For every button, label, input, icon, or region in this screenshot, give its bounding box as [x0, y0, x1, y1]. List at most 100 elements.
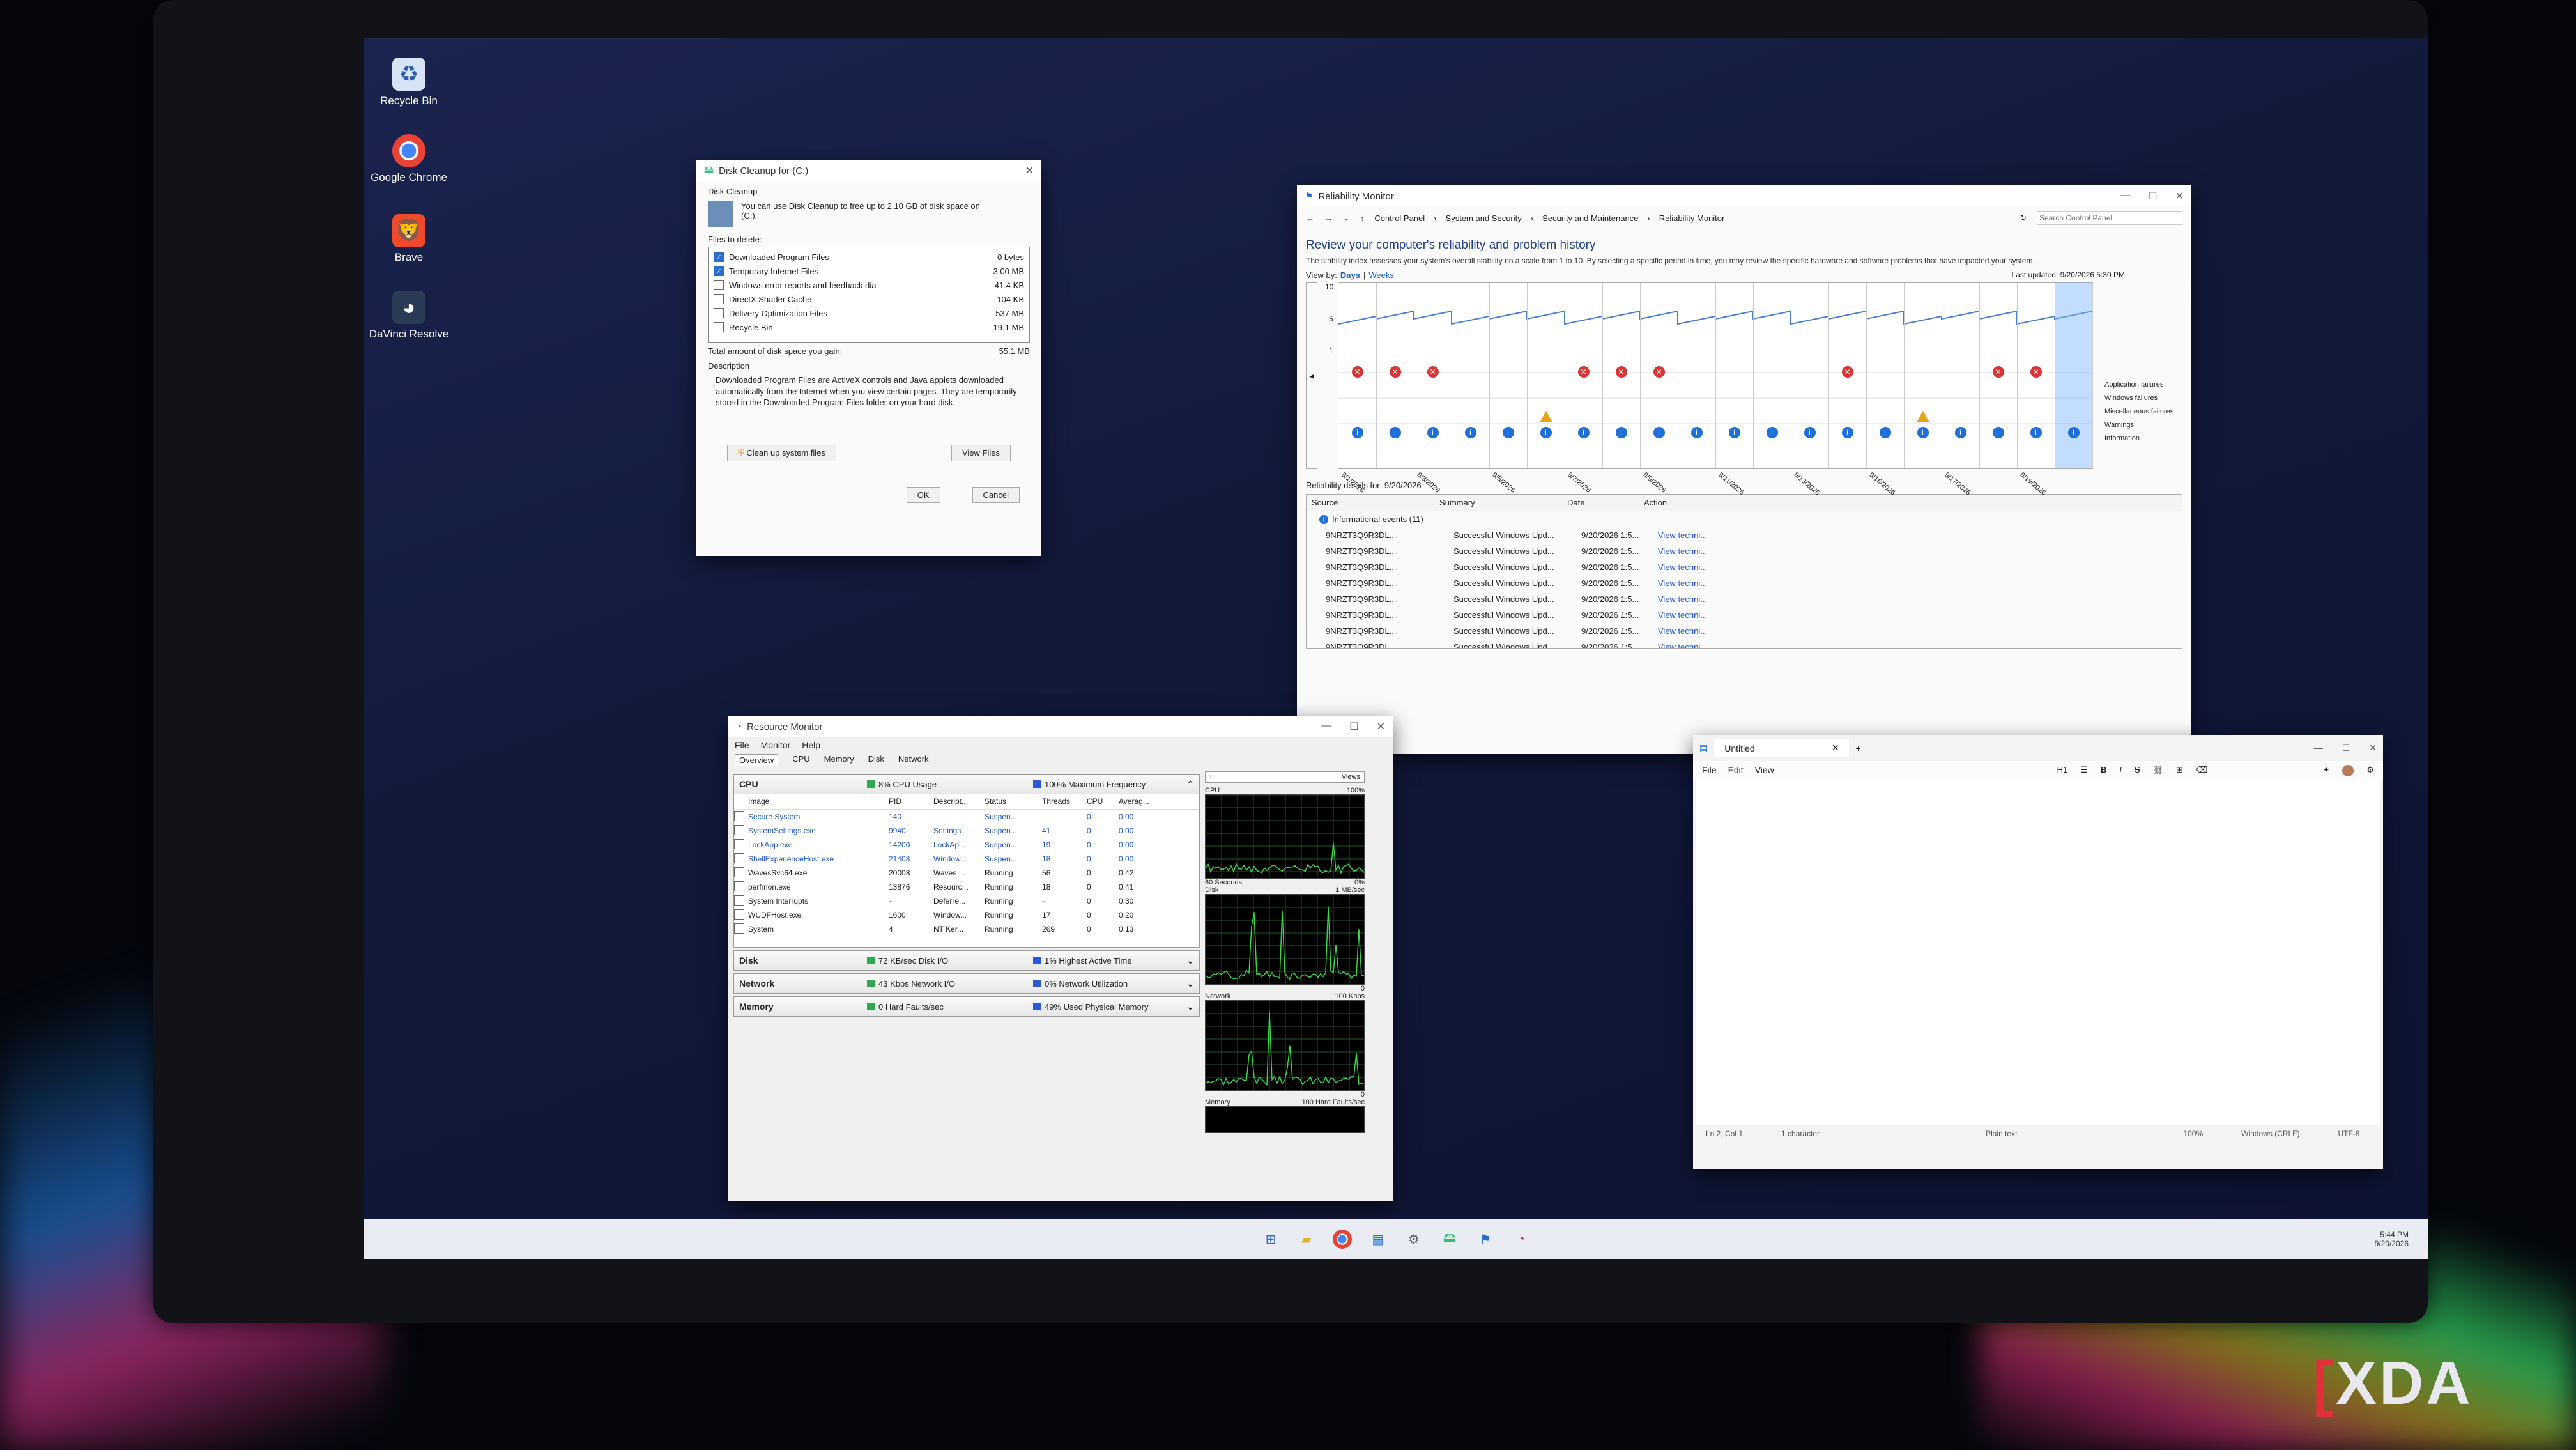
file-explorer-icon[interactable]: ▰	[1297, 1230, 1316, 1249]
chart-day-column[interactable]	[2055, 283, 2093, 468]
application-failure-marker[interactable]: ✕	[1615, 366, 1627, 378]
chart-day-column[interactable]	[1715, 283, 1754, 468]
back-icon[interactable]: ←	[1306, 213, 1314, 223]
application-failure-marker[interactable]: ✕	[1427, 366, 1439, 378]
search-input[interactable]	[2037, 211, 2182, 225]
view-files-button[interactable]: View Files	[951, 445, 1011, 461]
collapse-panel-icon[interactable]: ›	[1209, 773, 1212, 781]
file-item[interactable]: ✓ Temporary Internet Files 3.00 MB	[714, 264, 1024, 278]
maximize-icon[interactable]: ☐	[2148, 190, 2157, 203]
tab-cpu[interactable]: CPU	[792, 754, 809, 766]
heading-dropdown[interactable]: H1	[2057, 765, 2068, 776]
checkbox[interactable]	[714, 280, 724, 290]
column-header[interactable]: Averag...	[1119, 797, 1163, 806]
chart-day-column[interactable]	[1527, 283, 1565, 468]
checkbox[interactable]	[734, 895, 744, 906]
menu-help[interactable]: Help	[802, 740, 820, 750]
row-action-link[interactable]: View techni...	[1658, 626, 1786, 636]
file-item[interactable]: DirectX Shader Cache 104 KB	[714, 292, 1024, 306]
chevron-down-icon[interactable]: ⌄	[1343, 213, 1350, 223]
table-row[interactable]: perfmon.exe 13876 Resourc... Running 18 0 0.41	[734, 880, 1199, 894]
tab-network[interactable]: Network	[898, 754, 929, 766]
table-row[interactable]: 9NRZT3Q9R3DL... Successful Windows Upd...…	[1307, 639, 2182, 648]
table-row[interactable]: WavesSvc64.exe 20008 Waves ... Running 56 0 0.…	[734, 866, 1199, 880]
table-row[interactable]: SystemSettings.exe 9940 Settings Suspen... 4…	[734, 824, 1199, 838]
chrome-icon[interactable]	[1333, 1230, 1352, 1249]
row-action-link[interactable]: View techni...	[1658, 562, 1786, 572]
column-header[interactable]: Date	[1567, 498, 1644, 507]
information-marker[interactable]: i	[2030, 427, 2042, 438]
information-marker[interactable]: i	[1502, 427, 1514, 438]
column-header[interactable]: Summary	[1439, 498, 1567, 507]
row-action-link[interactable]: View techni...	[1658, 642, 1786, 648]
information-marker[interactable]: i	[2067, 427, 2080, 438]
start-icon[interactable]: ⊞	[1261, 1230, 1280, 1249]
breadcrumb-item[interactable]: System and Security	[1446, 213, 1522, 223]
checkbox[interactable]	[734, 881, 744, 891]
column-header[interactable]: Image	[748, 797, 889, 806]
chart-day-column[interactable]	[1866, 283, 1905, 468]
chart-day-column[interactable]	[1489, 283, 1528, 468]
column-header[interactable]: PID	[889, 797, 933, 806]
list-icon[interactable]: ☰	[2080, 765, 2088, 776]
table-row[interactable]: 9NRZT3Q9R3DL... Successful Windows Upd...…	[1307, 559, 2182, 575]
checkbox[interactable]: ✓	[714, 266, 724, 276]
chart-day-column[interactable]	[1904, 283, 1942, 468]
warning-marker[interactable]	[1539, 411, 1552, 422]
minimize-icon[interactable]: —	[2120, 190, 2130, 203]
notepad-editor[interactable]	[1696, 780, 2380, 1125]
chevron-down-icon[interactable]: ⌄	[1186, 955, 1194, 966]
chart-day-column[interactable]	[1791, 283, 1829, 468]
italic-icon[interactable]: I	[2119, 765, 2122, 776]
information-marker[interactable]: i	[1577, 427, 1590, 438]
warning-marker[interactable]	[1916, 411, 1929, 422]
scroll-left-button[interactable]: ◂	[1306, 282, 1317, 469]
table-row[interactable]: 9NRZT3Q9R3DL... Successful Windows Upd...…	[1307, 607, 2182, 623]
network-section-header[interactable]: Network 43 Kbps Network I/O 0% Network U…	[734, 974, 1199, 993]
strikethrough-icon[interactable]: S	[2135, 765, 2140, 776]
refresh-icon[interactable]: ↻	[2020, 213, 2027, 223]
checkbox[interactable]	[734, 909, 744, 920]
information-marker[interactable]: i	[1389, 427, 1401, 438]
minimize-icon[interactable]: —	[2314, 743, 2323, 753]
row-action-link[interactable]: View techni...	[1658, 546, 1786, 556]
table-icon[interactable]: ⊞	[2176, 765, 2183, 776]
checkbox[interactable]	[714, 294, 724, 304]
checkbox[interactable]	[734, 810, 744, 821]
tab-memory[interactable]: Memory	[824, 754, 854, 766]
information-marker[interactable]: i	[1464, 427, 1476, 438]
bold-icon[interactable]: B	[2101, 765, 2106, 776]
view-days-link[interactable]: Days	[1340, 270, 1360, 280]
column-header[interactable]: Action	[1644, 498, 1772, 507]
close-icon[interactable]: ✕	[2175, 190, 2184, 203]
row-action-link[interactable]: View techni...	[1658, 578, 1786, 588]
minimize-icon[interactable]: —	[1321, 720, 1331, 733]
table-row[interactable]: 9NRZT3Q9R3DL... Successful Windows Upd...…	[1307, 575, 2182, 591]
close-icon[interactable]: ✕	[1377, 720, 1385, 733]
table-row[interactable]: Secure System 140 Suspen... 0 0.00	[734, 810, 1199, 824]
chevron-down-icon[interactable]: ⌄	[1186, 1001, 1194, 1012]
table-row[interactable]: WUDFHost.exe 1600 Window... Running 17 0 0.20	[734, 908, 1199, 922]
checkbox[interactable]	[714, 322, 724, 332]
table-row[interactable]: 9NRZT3Q9R3DL... Successful Windows Upd...…	[1307, 623, 2182, 639]
information-marker[interactable]: i	[1615, 427, 1627, 438]
column-header[interactable]: CPU	[1087, 797, 1119, 806]
application-failure-marker[interactable]: ✕	[1653, 366, 1665, 378]
disk-cleanup-icon[interactable]: 🖴	[1440, 1230, 1459, 1249]
close-icon[interactable]: ✕	[2369, 743, 2377, 753]
file-item[interactable]: Recycle Bin 19.1 MB	[714, 320, 1024, 334]
information-marker[interactable]: i	[1351, 427, 1363, 438]
information-marker[interactable]: i	[1540, 427, 1552, 438]
clean-up-system-files-button[interactable]: ⛨ Clean up system files	[727, 445, 836, 461]
memory-section-header[interactable]: Memory 0 Hard Faults/sec 49% Used Physic…	[734, 997, 1199, 1016]
chart-day-column[interactable]	[1678, 283, 1716, 468]
table-row[interactable]: LockApp.exe 14200 LockAp... Suspen... 19 0 0.0…	[734, 838, 1199, 852]
disk-section-header[interactable]: Disk 72 KB/sec Disk I/O 1% Highest Activ…	[734, 951, 1199, 970]
maximize-icon[interactable]: ☐	[1349, 720, 1358, 733]
table-row[interactable]: 9NRZT3Q9R3DL... Successful Windows Upd...…	[1307, 527, 2182, 543]
chevron-up-icon[interactable]: ⌃	[1186, 779, 1194, 790]
application-failure-marker[interactable]: ✕	[2030, 366, 2042, 378]
chevron-down-icon[interactable]: ⌄	[1186, 978, 1194, 989]
views-dropdown[interactable]: Views	[1342, 773, 1360, 781]
application-failure-marker[interactable]: ✕	[1389, 366, 1401, 378]
